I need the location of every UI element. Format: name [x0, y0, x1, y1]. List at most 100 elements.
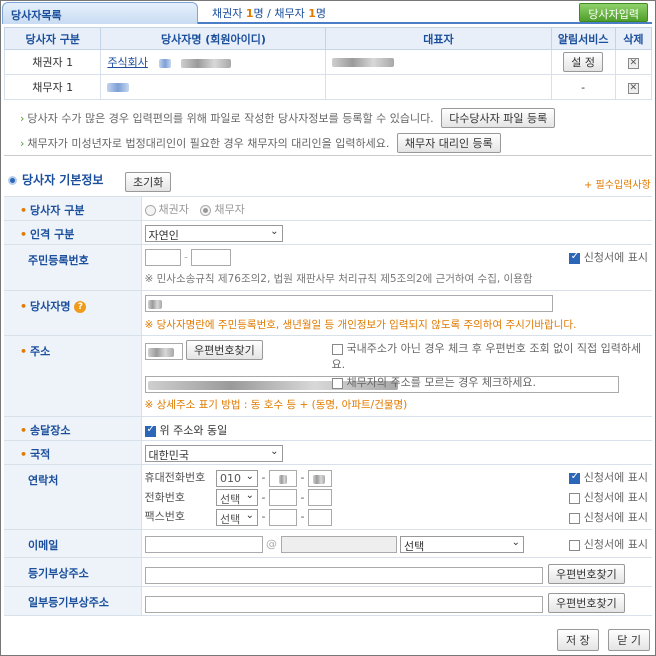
- phone-show-checkbox[interactable]: 신청서에 표시: [568, 489, 648, 505]
- party-name-input[interactable]: [144, 295, 553, 312]
- phone-prefix-select[interactable]: 선택 ⌄: [216, 489, 258, 506]
- row-alarm: -: [550, 74, 616, 100]
- row-delete: ✕: [614, 74, 653, 100]
- zip-input[interactable]: [144, 342, 183, 360]
- delete-icon[interactable]: ✕: [627, 58, 639, 69]
- mobile-mid-input[interactable]: [268, 469, 297, 487]
- label-party-name: • 당사자명 ?: [4, 290, 142, 336]
- email-show-checkbox[interactable]: 신청서에 표시: [568, 536, 648, 552]
- fax-row: 팩스번호 선택 ⌄ - - 신청서에 표시: [144, 508, 648, 526]
- unknown-address-checkbox[interactable]: 채무자의 주소를 모르는 경우 체크하세요.: [331, 374, 653, 390]
- phone-row: 전화번호 선택 ⌄ - - 신청서에 표시: [144, 489, 648, 506]
- email-id-input[interactable]: [144, 536, 263, 553]
- multi-party-file-button[interactable]: 다수당사자 파일 등록: [441, 108, 556, 128]
- creditor-unit: 명: [253, 7, 264, 20]
- alarm-setting-button[interactable]: 설 정: [563, 52, 604, 72]
- person-type-select[interactable]: 자연인 ⌄: [144, 225, 283, 242]
- fax-mid-input[interactable]: [268, 508, 297, 526]
- chevron-down-icon: ⌄: [270, 446, 279, 457]
- reset-button[interactable]: 초기화: [125, 172, 172, 192]
- footer-buttons: 저 장 닫 기: [557, 629, 650, 651]
- debtor-agent-button[interactable]: 채무자 대리인 등록: [396, 133, 501, 153]
- mobile-last-input[interactable]: [307, 469, 332, 487]
- partial-registry-zip-button[interactable]: 우편번호찾기: [548, 593, 625, 613]
- phone-mid-input[interactable]: [268, 489, 297, 506]
- top-bar: 당사자목록 채권자 1명 / 채무자 1명 당사자입력: [2, 2, 652, 24]
- radio-debtor[interactable]: [200, 204, 212, 216]
- same-address-checkbox[interactable]: 위 주소와 동일: [144, 424, 227, 437]
- mobile-label: 휴대전화번호: [144, 471, 206, 484]
- label-registry-address: 등기부상주소: [4, 557, 142, 587]
- email-at: @: [266, 537, 277, 551]
- registry-zip-button[interactable]: 우편번호찾기: [548, 564, 625, 584]
- phone-last-input[interactable]: [307, 489, 332, 506]
- minor-note: › 채무자가 미성년자로 법정대리인이 필요한 경우 채무자의 대리인을 입력하세…: [20, 133, 501, 153]
- radio-creditor[interactable]: [144, 204, 156, 216]
- party-table: 당사자 구분 당사자명 (회원아이디) 대표자 알림서비스 삭제 채권자 1 주…: [3, 27, 653, 100]
- email-domain-input[interactable]: [280, 536, 397, 553]
- label-contact: 연락처: [4, 464, 142, 530]
- row-party-name: [100, 74, 327, 100]
- multi-party-text: 당사자 수가 많은 경우 입력편의를 위해 파일로 작성한 당사자정보를 등록할…: [27, 112, 434, 125]
- party-name-warning: ※ 당사자명란에 주민등록번호, 생년월일 등 개인정보가 입력되지 않도록 주…: [144, 319, 577, 331]
- add-party-button[interactable]: 당사자입력: [579, 3, 648, 22]
- rrn-front-input[interactable]: [144, 249, 181, 266]
- save-button[interactable]: 저 장: [557, 629, 599, 651]
- partial-registry-address-cell: 우편번호찾기: [141, 586, 652, 616]
- party-counts: 채권자 1명 / 채무자 1명: [212, 5, 326, 21]
- overseas-checkbox[interactable]: 국내주소가 아닌 경우 체크 후 우편번호 조회 없이 직접 입력하세요.: [331, 340, 653, 372]
- debtor-label: 채무자: [274, 7, 305, 20]
- row-party-name: 주식회사: [100, 49, 327, 75]
- row-party-type: 채무자 1: [3, 74, 102, 100]
- zip-search-button[interactable]: 우편번호찾기: [186, 340, 263, 360]
- nationality-select[interactable]: 대한민국 ⌄: [144, 445, 283, 462]
- rrn-dash: -: [184, 250, 188, 264]
- table-row[interactable]: 채무자 1 - ✕: [3, 74, 653, 100]
- redacted-id-2: [180, 58, 231, 68]
- arrow-icon: ›: [20, 112, 25, 125]
- redacted-name: [107, 83, 130, 92]
- row-party-type: 채권자 1: [3, 49, 102, 75]
- redacted-representative: [332, 58, 395, 67]
- col-delete: 삭제: [614, 27, 653, 50]
- count-separator: /: [263, 7, 275, 20]
- rrn-show-checkbox[interactable]: 신청서에 표시: [568, 249, 648, 265]
- label-delivery: • 송달장소: [4, 416, 142, 441]
- party-name-link[interactable]: 주식회사: [107, 56, 147, 69]
- col-alarm: 알림서비스: [550, 27, 616, 50]
- row-alarm: 설 정: [550, 49, 616, 75]
- delete-icon[interactable]: ✕: [627, 83, 639, 94]
- partial-registry-address-input[interactable]: [144, 595, 543, 613]
- address-detail-hint: ※ 상세주소 표기 방법 : 동 호수 등 + (동명, 아파트/건물명): [144, 399, 408, 411]
- close-button[interactable]: 닫 기: [608, 629, 650, 651]
- rrn-cell: - 신청서에 표시 ※ 민사소송규칙 제76조의2, 법원 재판사무 처리규칙 …: [141, 244, 652, 291]
- help-icon[interactable]: ?: [74, 301, 87, 313]
- tab-party-list[interactable]: 당사자목록: [2, 2, 198, 24]
- mobile-show-checkbox[interactable]: 신청서에 표시: [568, 469, 648, 485]
- contact-cell: 휴대전화번호 010⌄ - - 신청서에 표시 전화번호 선택⌄ - - 신청서…: [141, 464, 653, 530]
- table-row[interactable]: 채권자 1 주식회사 설 정 ✕: [3, 49, 653, 75]
- mobile-prefix-select[interactable]: 010 ⌄: [216, 469, 258, 487]
- phone-label: 전화번호: [144, 490, 185, 504]
- label-partial-registry-address: 일부등기부상주소: [4, 586, 142, 616]
- fax-show-checkbox[interactable]: 신청서에 표시: [568, 509, 648, 525]
- bullet-icon: [8, 176, 17, 185]
- arrow-icon: ›: [20, 137, 25, 150]
- party-name-cell: ※ 당사자명란에 주민등록번호, 생년월일 등 개인정보가 입력되지 않도록 주…: [141, 290, 652, 336]
- section-title-text: 당사자 기본정보: [22, 173, 104, 187]
- label-party-type: • 당사자 구분: [4, 196, 142, 221]
- label-email: 이메일: [4, 529, 142, 558]
- email-domain-select[interactable]: 선택 ⌄: [400, 536, 524, 553]
- divider: [4, 155, 652, 156]
- label-rrn: 주민등록번호: [4, 244, 142, 291]
- registry-address-input[interactable]: [144, 566, 543, 584]
- col-party-type: 당사자 구분: [3, 27, 102, 50]
- fax-prefix-select[interactable]: 선택 ⌄: [216, 508, 258, 526]
- minor-text: 채무자가 미성년자로 법정대리인이 필요한 경우 채무자의 대리인을 입력하세요…: [27, 137, 390, 150]
- required-note: + 필수입력사항: [584, 180, 651, 191]
- rrn-back-input[interactable]: [191, 249, 232, 266]
- creditor-label: 채권자: [212, 7, 243, 20]
- mobile-row: 휴대전화번호 010⌄ - - 신청서에 표시: [145, 469, 653, 487]
- email-cell: @ 선택 ⌄ 신청서에 표시: [141, 529, 652, 558]
- fax-last-input[interactable]: [307, 508, 332, 526]
